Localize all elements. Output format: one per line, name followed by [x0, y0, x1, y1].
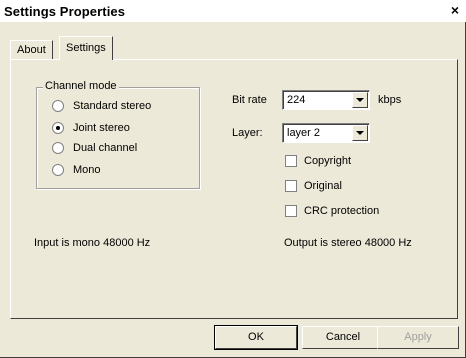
checkbox-label: Copyright — [304, 155, 352, 167]
radio-standard-stereo[interactable]: Standard stereo — [52, 98, 151, 114]
settings-dialog: Settings Properties × About Settings Cha… — [0, 0, 466, 358]
chevron-down-icon[interactable] — [352, 125, 368, 141]
radio-button-icon[interactable] — [52, 164, 64, 176]
radio-dual-channel[interactable]: Dual channel — [52, 140, 137, 156]
layer-label: Layer: — [232, 127, 263, 139]
checkbox-icon[interactable] — [285, 155, 297, 167]
radio-button-icon[interactable] — [52, 100, 64, 112]
tab-about[interactable]: About — [10, 40, 53, 60]
radio-label: Mono — [73, 164, 101, 176]
radio-mono[interactable]: Mono — [52, 162, 101, 178]
layer-value: layer 2 — [287, 127, 321, 139]
output-status: Output is stereo 48000 Hz — [284, 237, 412, 249]
checkbox-original[interactable]: Original — [285, 178, 342, 194]
radio-label: Standard stereo — [73, 100, 152, 112]
input-status: Input is mono 48000 Hz — [34, 237, 151, 249]
bitrate-select[interactable]: 224 — [282, 90, 370, 110]
bitrate-value: 224 — [287, 94, 306, 106]
title-bar: Settings Properties × — [0, 0, 466, 22]
checkbox-icon[interactable] — [285, 180, 297, 192]
close-icon[interactable]: × — [448, 3, 462, 18]
chevron-down-icon[interactable] — [352, 92, 368, 108]
radio-label: Dual channel — [73, 142, 138, 154]
cancel-button[interactable]: Cancel — [302, 326, 384, 349]
bitrate-unit: kbps — [378, 94, 402, 106]
checkbox-copyright[interactable]: Copyright — [285, 153, 351, 169]
checkbox-label: Original — [304, 180, 342, 192]
layer-select[interactable]: layer 2 — [282, 123, 370, 143]
bitrate-label: Bit rate — [232, 94, 267, 106]
radio-button-icon[interactable] — [52, 142, 64, 154]
radio-label: Joint stereo — [73, 122, 130, 134]
apply-button[interactable]: Apply — [377, 326, 459, 349]
window-title: Settings Properties — [4, 4, 126, 19]
radio-button-checked-icon[interactable] — [52, 122, 64, 134]
radio-joint-stereo[interactable]: Joint stereo — [52, 120, 130, 136]
tab-settings[interactable]: Settings — [59, 36, 113, 60]
channel-mode-label: Channel mode — [43, 80, 119, 92]
checkbox-icon[interactable] — [285, 205, 297, 217]
checkbox-crc-protection[interactable]: CRC protection — [285, 203, 379, 219]
checkbox-label: CRC protection — [304, 205, 380, 217]
ok-button[interactable]: OK — [214, 325, 298, 350]
